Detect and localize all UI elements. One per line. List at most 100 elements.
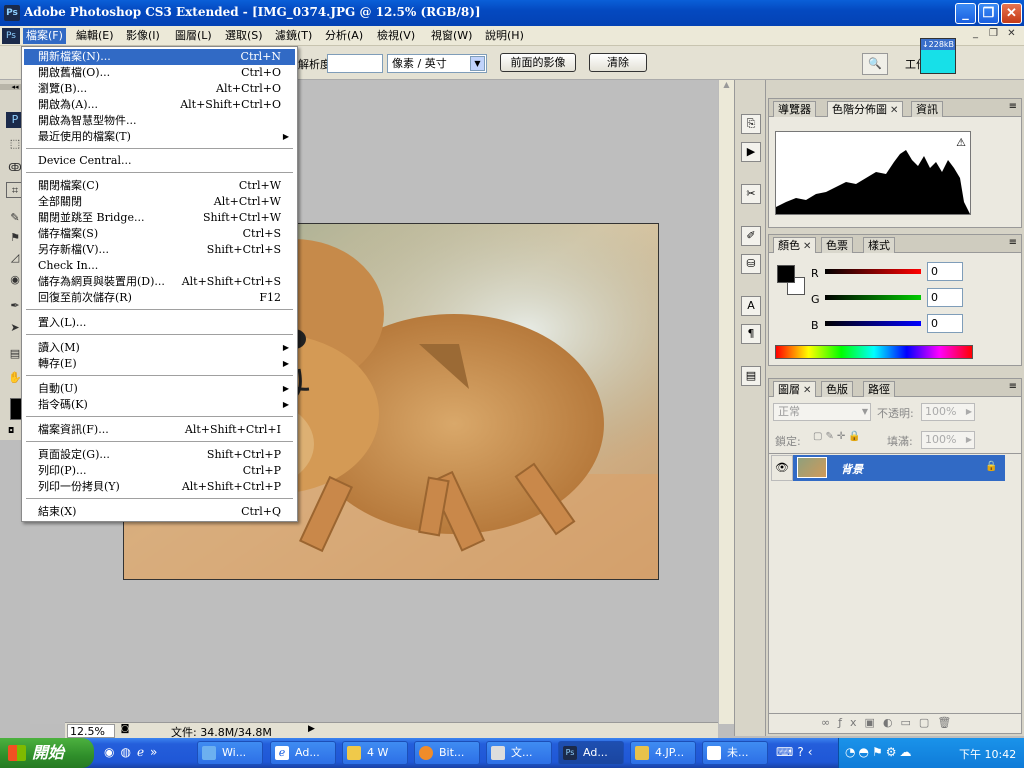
menu-item-new[interactable]: 開新檔案(N)... Ctrl+N — [24, 49, 295, 65]
menu-item-close-all[interactable]: 全部關閉 Alt+Ctrl+W — [24, 194, 295, 210]
menu-item-close[interactable]: 關閉檔案(C) Ctrl+W — [24, 178, 295, 194]
menu-item-save-for-web[interactable]: 儲存為網頁與裝置用(D)... Alt+Shift+Ctrl+S — [24, 274, 295, 290]
close-icon[interactable]: ✕ — [803, 385, 811, 396]
g-slider[interactable] — [825, 295, 921, 300]
lock-icons[interactable]: ▢✎✛🔒 — [813, 431, 864, 442]
panel-menu-icon[interactable]: ≡ — [1009, 101, 1017, 112]
color-ramp[interactable] — [775, 345, 973, 359]
taskbar-item-8[interactable]: 未... — [702, 741, 768, 765]
status-menu-icon[interactable]: ◙ — [118, 724, 132, 738]
front-image-button[interactable]: 前面的影像 — [500, 53, 576, 72]
minimize-button[interactable]: _ — [955, 3, 976, 24]
taskbar-item-2[interactable]: ℯ Ad... — [270, 741, 336, 765]
menu-select[interactable]: 選取(S) — [222, 28, 266, 44]
vertical-scrollbar[interactable]: ▲ — [718, 80, 734, 724]
taskbar-item-6[interactable]: Ps Ad... — [558, 741, 624, 765]
r-input[interactable]: 0 — [927, 262, 963, 281]
close-button[interactable]: ✕ — [1001, 3, 1022, 24]
taskbar-item-7[interactable]: 4.JP... — [630, 741, 696, 765]
menu-image[interactable]: 影像(I) — [123, 28, 163, 44]
menu-window[interactable]: 視窗(W) — [428, 28, 475, 44]
zoom-field[interactable]: 12.5% — [67, 724, 115, 738]
swap-colors-icon[interactable]: ◘ — [8, 426, 20, 436]
doc-restore-icon[interactable]: ❐ — [986, 28, 1001, 42]
tab-swatches[interactable]: 色票 — [821, 237, 853, 253]
layer-name[interactable]: 背景 — [841, 461, 863, 477]
fill-input[interactable]: 100% ▶ — [921, 431, 975, 449]
character-icon[interactable]: A — [741, 296, 761, 316]
menu-item-save[interactable]: 儲存檔案(S) Ctrl+S — [24, 226, 295, 242]
tab-channels[interactable]: 色版 — [821, 381, 853, 397]
close-icon[interactable]: ✕ — [803, 241, 811, 252]
start-button[interactable]: 開始 — [0, 738, 94, 768]
quick-launch[interactable]: ◉◍ℯ» — [104, 745, 194, 763]
taskbar-item-5[interactable]: 文... — [486, 741, 552, 765]
tray-icons[interactable]: ◔◓⚑⚙☁ — [845, 745, 914, 759]
layer-row-background[interactable]: 背景 🔒 — [793, 455, 1005, 481]
scroll-up-icon[interactable]: ▲ — [719, 80, 734, 94]
menu-item-automate[interactable]: 自動(U) ▶ — [24, 381, 295, 397]
tab-histogram[interactable]: 色階分佈圖 ✕ — [827, 101, 904, 117]
clock[interactable]: 下午 10:42 — [959, 746, 1016, 762]
menu-item-check-in[interactable]: Check In... — [24, 258, 295, 274]
blend-mode-select[interactable]: 正常 ▼ — [773, 403, 871, 421]
panel-menu-icon[interactable]: ≡ — [1009, 381, 1017, 392]
paragraph-icon[interactable]: ¶ — [741, 324, 761, 344]
taskbar-item-1[interactable]: Wi... — [197, 741, 263, 765]
b-slider[interactable] — [825, 321, 921, 326]
resolution-input[interactable] — [327, 54, 383, 73]
layer-comps-icon[interactable]: ▤ — [741, 366, 761, 386]
actions-icon[interactable]: ▶ — [741, 142, 761, 162]
tab-layers[interactable]: 圖層 ✕ — [773, 381, 817, 397]
menu-item-open-as[interactable]: 開啟為(A)... Alt+Shift+Ctrl+O — [24, 97, 295, 113]
menu-item-open[interactable]: 開啟舊檔(O)... Ctrl+O — [24, 65, 295, 81]
menu-item-open-smart-object[interactable]: 開啟為智慧型物件... — [24, 113, 295, 129]
menu-item-exit[interactable]: 結束(X) Ctrl+Q — [24, 504, 295, 520]
menu-edit[interactable]: 編輯(E) — [73, 28, 117, 44]
brushes-icon[interactable]: ✐ — [741, 226, 761, 246]
menu-item-close-go-bridge[interactable]: 關閉並跳至 Bridge... Shift+Ctrl+W — [24, 210, 295, 226]
taskbar-item-4[interactable]: Bit... — [414, 741, 480, 765]
status-arrow-icon[interactable]: ▶ — [308, 724, 315, 734]
menu-item-device-central[interactable]: Device Central... — [24, 153, 295, 169]
menu-view[interactable]: 檢視(V) — [374, 28, 418, 44]
tab-paths[interactable]: 路徑 — [863, 381, 895, 397]
tab-navigator[interactable]: 導覽器 — [773, 101, 816, 117]
document-icon[interactable]: Ps — [2, 28, 20, 44]
taskbar-item-3[interactable]: 4 W — [342, 741, 408, 765]
layers-footer-icons[interactable]: ∞ƒx▣◐▭▢🗑 — [769, 713, 1021, 733]
menu-item-place[interactable]: 置入(L)... — [24, 315, 295, 331]
menu-item-print[interactable]: 列印(P)... Ctrl+P — [24, 463, 295, 479]
tab-info[interactable]: 資訊 — [911, 101, 943, 117]
menu-item-save-as[interactable]: 另存新檔(V)... Shift+Ctrl+S — [24, 242, 295, 258]
language-bar-icons[interactable]: ⌨?‹ — [776, 745, 836, 763]
menu-help[interactable]: 說明(H) — [482, 28, 527, 44]
g-input[interactable]: 0 — [927, 288, 963, 307]
clone-source-icon[interactable]: ⛁ — [741, 254, 761, 274]
menu-item-export[interactable]: 轉存(E) ▶ — [24, 356, 295, 372]
b-input[interactable]: 0 — [927, 314, 963, 333]
close-icon[interactable]: ✕ — [890, 105, 898, 116]
bridge-icon[interactable]: 🔍 — [862, 53, 888, 75]
menu-item-browse[interactable]: 瀏覽(B)... Alt+Ctrl+O — [24, 81, 295, 97]
clear-button[interactable]: 清除 — [589, 53, 647, 72]
panel-menu-icon[interactable]: ≡ — [1009, 237, 1017, 248]
tab-styles[interactable]: 樣式 — [863, 237, 895, 253]
menu-layer[interactable]: 圖層(L) — [172, 28, 215, 44]
foreground-color-chip[interactable] — [777, 265, 795, 283]
r-slider[interactable] — [825, 269, 921, 274]
doc-minimize-icon[interactable]: _ — [968, 28, 983, 42]
menu-item-scripts[interactable]: 指令碼(K) ▶ — [24, 397, 295, 413]
menu-item-page-setup[interactable]: 頁面設定(G)... Shift+Ctrl+P — [24, 447, 295, 463]
menu-item-revert[interactable]: 回復至前次儲存(R) F12 — [24, 290, 295, 306]
doc-close-icon[interactable]: ✕ — [1004, 28, 1019, 42]
menu-item-import[interactable]: 讀入(M) ▶ — [24, 340, 295, 356]
tool-presets-icon[interactable]: ✂ — [741, 184, 761, 204]
unit-select[interactable]: 像素 / 英寸 ▼ — [387, 54, 487, 73]
tab-color[interactable]: 顏色 ✕ — [773, 237, 817, 253]
menu-filter[interactable]: 濾鏡(T) — [272, 28, 315, 44]
history-icon[interactable]: ⎘ — [741, 114, 761, 134]
opacity-input[interactable]: 100% ▶ — [921, 403, 975, 421]
menu-item-file-info[interactable]: 檔案資訊(F)... Alt+Shift+Ctrl+I — [24, 422, 295, 438]
menu-file[interactable]: 檔案(F) — [23, 28, 66, 44]
